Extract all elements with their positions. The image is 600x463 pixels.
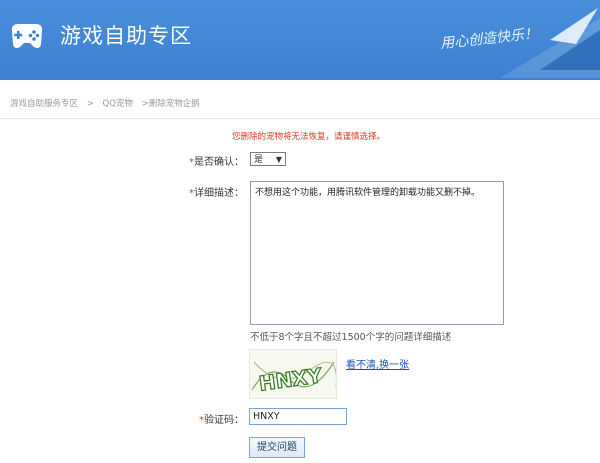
paper-plane-decoration [500, 8, 600, 78]
submit-button[interactable]: 提交问题 [249, 437, 305, 458]
breadcrumb-separator: > [86, 99, 94, 109]
warning-message: 您删除的宠物将无法恢复，请谨慎选择。 [232, 132, 386, 142]
detail-textarea[interactable]: 不想用这个功能，用腾讯软件管理的卸载功能又删不掉。 [250, 181, 504, 325]
breadcrumb-current: >删除宠物企鹅 [141, 99, 200, 109]
captcha-graphic: HNXY [251, 361, 337, 396]
detail-label: *详细描述： [184, 184, 244, 199]
breadcrumb-home[interactable]: 游戏自助服务专区 [10, 99, 78, 109]
detail-hint: 不低于8个字且不超过1500个字的问题详细描述 [250, 332, 452, 343]
divider [0, 118, 600, 119]
confirm-label: *是否确认： [184, 153, 244, 168]
gamepad-icon [11, 24, 43, 48]
confirm-select-value: 是 [254, 155, 264, 165]
confirm-label-text: 是否确认： [194, 157, 244, 168]
page-title: 游戏自助专区 [60, 24, 192, 48]
site-header: 游戏自助专区 用心创造快乐！ [0, 0, 600, 80]
breadcrumb: 游戏自助服务专区 > QQ宠物 >删除宠物企鹅 [10, 97, 206, 109]
captcha-text: HNXY [257, 363, 324, 396]
caret-down-icon: ▼ [275, 155, 282, 164]
detail-label-text: 详细描述： [194, 188, 244, 199]
captcha-input[interactable]: HNXY [249, 408, 347, 425]
refresh-captcha-link[interactable]: 看不清,换一张 [346, 356, 409, 371]
breadcrumb-qq-pet[interactable]: QQ宠物 [103, 99, 133, 109]
confirm-select[interactable]: 是 ▼ [250, 152, 286, 166]
code-label-text: 验证码： [204, 415, 244, 426]
captcha-image: HNXY [249, 349, 337, 399]
code-label: *验证码： [184, 411, 244, 426]
